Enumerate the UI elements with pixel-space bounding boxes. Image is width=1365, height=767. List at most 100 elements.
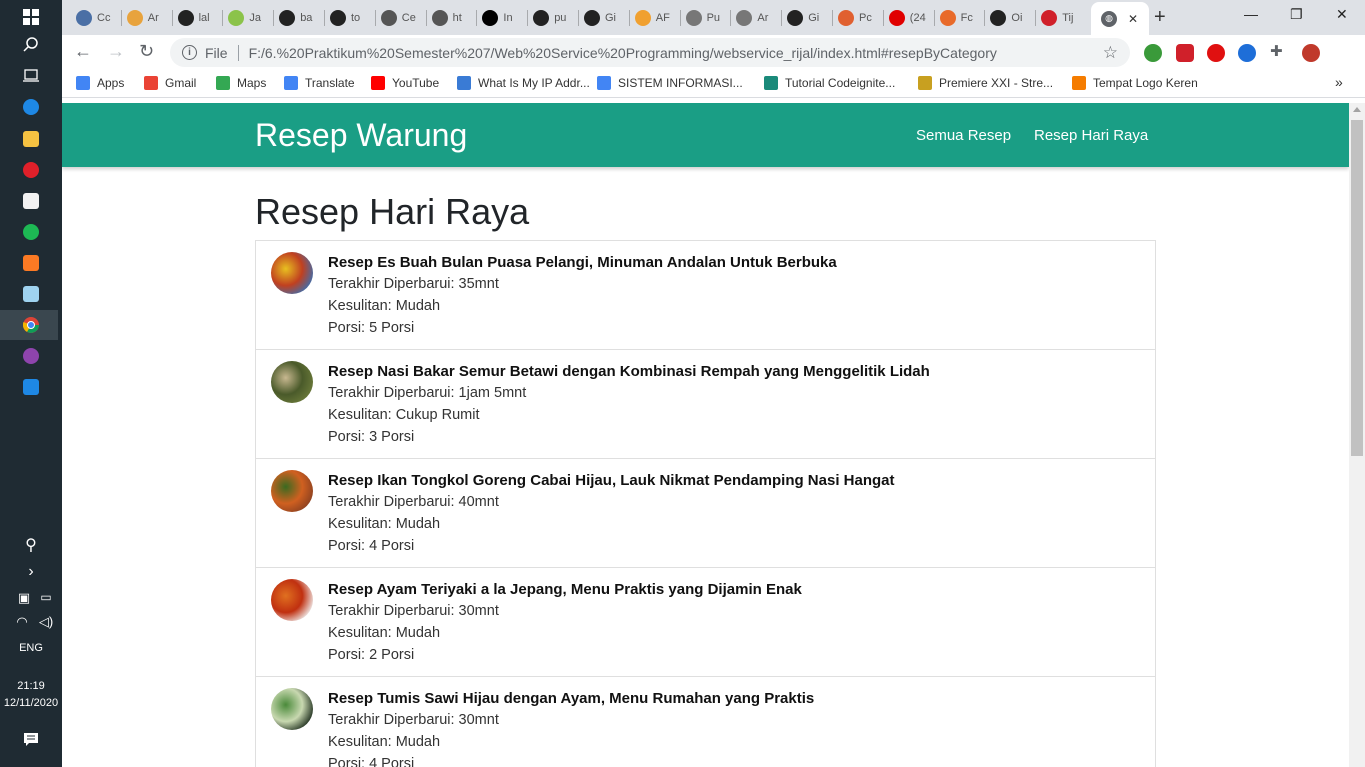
browser-tab[interactable]: Gi	[787, 6, 819, 30]
reload-icon[interactable]: ↻	[139, 41, 154, 62]
bookmarks-bar: » Apps Gmail Maps Translate YouTube What Is M…	[62, 70, 1365, 98]
browser-tab[interactable]: AF	[634, 6, 670, 30]
address-bar[interactable]: i File F:/6.%20Praktikum%20Semester%207/…	[170, 38, 1130, 67]
bookmark-item[interactable]: What Is My IP Addr...	[457, 76, 590, 90]
edge-icon[interactable]	[19, 95, 43, 119]
browser-tab[interactable]: Ar	[736, 6, 768, 30]
nav-all-recipes[interactable]: Semua Resep	[916, 127, 1011, 144]
wifi-icon[interactable]: ◠	[10, 609, 34, 633]
recipe-title[interactable]: Resep Ayam Teriyaki a la Jepang, Menu Pr…	[328, 581, 802, 598]
browser-tab[interactable]: ht	[431, 6, 462, 30]
language-indicator[interactable]: ENG	[0, 642, 62, 654]
bookmarks-more-icon[interactable]: »	[1335, 74, 1343, 90]
github-desktop-icon[interactable]	[19, 344, 43, 368]
browser-tab[interactable]: (24	[888, 6, 926, 30]
info-icon[interactable]: i	[182, 45, 197, 60]
browser-tab[interactable]: Ar	[126, 6, 159, 30]
search-icon[interactable]	[19, 33, 43, 57]
bookmark-item[interactable]: Tutorial Codeignite...	[764, 76, 895, 90]
clock-date[interactable]: 12/11/2020	[0, 697, 62, 709]
tab-favicon-icon	[939, 10, 956, 26]
browser-tab[interactable]: Tij	[1041, 6, 1073, 30]
recipe-title[interactable]: Resep Ikan Tongkol Goreng Cabai Hijau, L…	[328, 472, 895, 489]
bookmark-item[interactable]: Maps	[216, 76, 266, 90]
recipe-title[interactable]: Resep Es Buah Bulan Puasa Pelangi, Minum…	[328, 254, 837, 271]
browser-tab[interactable]: Fc	[939, 6, 973, 30]
tab-label: Fc	[960, 12, 973, 24]
recipe-title[interactable]: Resep Tumis Sawi Hijau dengan Ayam, Menu…	[328, 690, 814, 707]
bookmark-item[interactable]: Apps	[76, 76, 124, 90]
minimize-button[interactable]: —	[1244, 6, 1258, 22]
profile-avatar[interactable]	[1302, 44, 1320, 62]
restore-button[interactable]: ❐	[1290, 6, 1303, 23]
browser-tab[interactable]: lal	[177, 6, 210, 30]
scroll-thumb[interactable]	[1351, 120, 1363, 456]
recipe-item[interactable]: Resep Ikan Tongkol Goreng Cabai Hijau, L…	[256, 459, 1155, 568]
bookmark-star-icon[interactable]: ☆	[1103, 43, 1118, 63]
bookmark-item[interactable]: Premiere XXI - Stre...	[918, 76, 1053, 90]
tab-close-icon[interactable]: ✕	[1128, 12, 1138, 26]
tab-active[interactable]: ◍ ✕	[1091, 2, 1149, 35]
extension-adblock-icon[interactable]	[1207, 44, 1225, 62]
back-icon[interactable]: ←	[74, 41, 92, 62]
extension-globe-icon[interactable]	[1144, 44, 1162, 62]
extension-video-icon[interactable]	[1176, 44, 1194, 62]
recipe-item[interactable]: Resep Nasi Bakar Semur Betawi dengan Kom…	[256, 350, 1155, 459]
browser-tab[interactable]: Cc	[76, 6, 110, 30]
site-brand[interactable]: Resep Warung	[255, 117, 467, 154]
browser-tab[interactable]: In	[482, 6, 513, 30]
windows-start-icon[interactable]	[19, 5, 43, 29]
volume-icon[interactable]: ◁)	[34, 609, 58, 633]
task-view-icon[interactable]	[19, 63, 43, 87]
browser-tab[interactable]: ba	[279, 6, 312, 30]
bookmark-item[interactable]: Translate	[284, 76, 355, 90]
notepad-icon[interactable]	[19, 282, 43, 306]
browser-tab[interactable]: Ja	[228, 6, 261, 30]
recipe-difficulty: Kesulitan: Mudah	[328, 516, 441, 532]
recipe-thumbnail	[271, 579, 313, 621]
bookmark-item[interactable]: SISTEM INFORMASI...	[597, 76, 743, 90]
xampp-icon[interactable]	[19, 251, 43, 275]
store-icon[interactable]	[19, 189, 43, 213]
page-scrollbar[interactable]	[1349, 103, 1365, 767]
battery-icon[interactable]: ▭	[34, 585, 58, 609]
vscode-icon[interactable]	[19, 375, 43, 399]
recipe-item[interactable]: Resep Tumis Sawi Hijau dengan Ayam, Menu…	[256, 677, 1155, 767]
people-icon[interactable]: ⚲	[19, 534, 43, 558]
chevron-right-icon[interactable]: ›	[19, 560, 43, 584]
forward-icon[interactable]: →	[107, 41, 125, 62]
tab-label: Gi	[808, 12, 820, 24]
new-tab-button[interactable]: +	[1154, 6, 1166, 29]
browser-tab[interactable]: Ce	[380, 6, 416, 30]
tab-favicon-icon	[533, 10, 550, 26]
browser-tab[interactable]: Gi	[584, 6, 616, 30]
bookmark-item[interactable]: Tempat Logo Keren	[1072, 76, 1198, 90]
spotify-icon[interactable]	[19, 220, 43, 244]
url-text[interactable]: F:/6.%20Praktikum%20Semester%207/Web%20S…	[249, 45, 997, 61]
bookmark-favicon-icon	[144, 76, 158, 90]
browser-tab[interactable]: Pu	[685, 6, 720, 30]
tab-label: Oi	[1011, 12, 1023, 24]
extension-blue-icon[interactable]	[1238, 44, 1256, 62]
close-window-button[interactable]: ✕	[1336, 6, 1348, 23]
extensions-puzzle-icon[interactable]: ✚	[1270, 42, 1288, 60]
recipe-item[interactable]: Resep Ayam Teriyaki a la Jepang, Menu Pr…	[256, 568, 1155, 677]
bookmark-item[interactable]: YouTube	[371, 76, 439, 90]
file-explorer-icon[interactable]	[19, 127, 43, 151]
action-center-icon[interactable]	[19, 728, 43, 752]
notification-tray-icon[interactable]: ▣	[12, 585, 36, 609]
recipe-item[interactable]: Resep Es Buah Bulan Puasa Pelangi, Minum…	[256, 241, 1155, 350]
browser-tab[interactable]: Pc	[838, 6, 872, 30]
chrome-icon[interactable]	[19, 313, 43, 337]
scroll-up-arrow-icon[interactable]	[1353, 107, 1361, 112]
browser-tab[interactable]: to	[330, 6, 360, 30]
browser-tab[interactable]: Oi	[990, 6, 1022, 30]
clock-time[interactable]: 21:19	[0, 680, 62, 692]
tab-label: Tij	[1062, 12, 1074, 24]
bookmark-item[interactable]: Gmail	[144, 76, 196, 90]
recipe-title[interactable]: Resep Nasi Bakar Semur Betawi dengan Kom…	[328, 363, 930, 380]
nav-holiday-recipes[interactable]: Resep Hari Raya	[1034, 127, 1148, 144]
tab-separator	[476, 10, 478, 26]
opera-icon[interactable]	[19, 158, 43, 182]
browser-tab[interactable]: pu	[533, 6, 566, 30]
